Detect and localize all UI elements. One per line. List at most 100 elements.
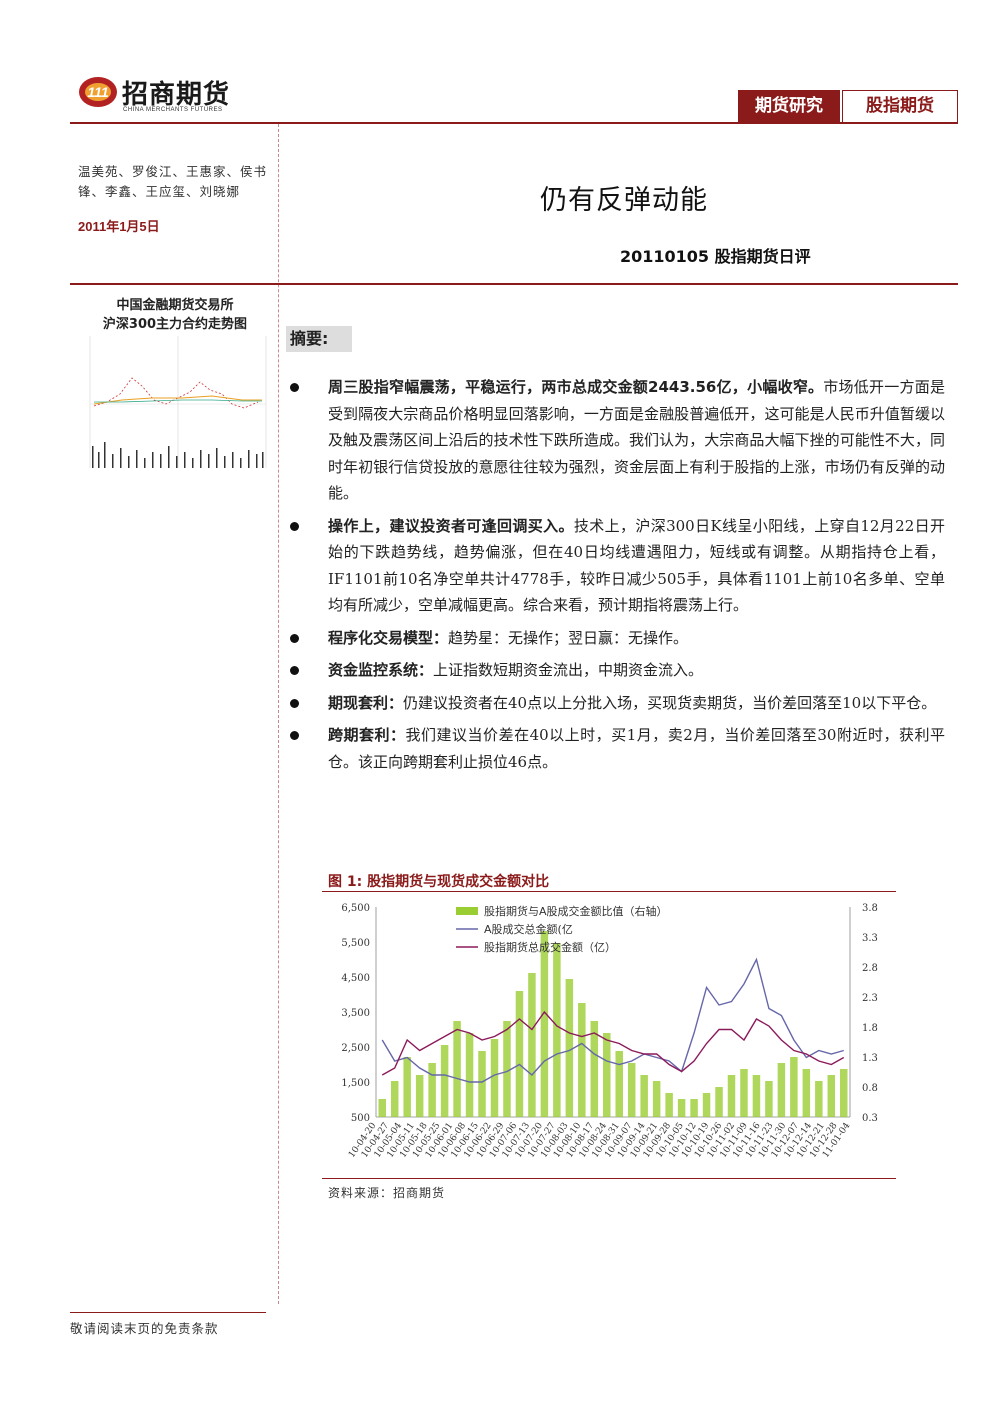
ratio-bar <box>665 1093 673 1117</box>
ratio-bar <box>727 1075 736 1117</box>
y-right-tick-label: 0.3 <box>862 1113 878 1124</box>
ratio-bar <box>652 1081 661 1117</box>
category-tag-index-futures: 股指期货 <box>842 90 958 123</box>
ratio-bar <box>777 1063 786 1117</box>
ratio-bar <box>802 1069 811 1117</box>
bullet-item-market: 周三股指窄幅震荡，平稳运行，两市总成交金额2443.56亿，小幅收窄。市场低开一… <box>290 374 945 507</box>
disclaimer-note: 敬请阅读末页的免责条款 <box>70 1321 219 1336</box>
ratio-bar <box>827 1075 836 1117</box>
summary-bullet-list: 周三股指窄幅震荡，平稳运行，两市总成交金额2443.56亿，小幅收窄。市场低开一… <box>290 374 945 781</box>
report-subtitle: 20110105 股指期货日评 <box>620 247 811 266</box>
ratio-bar <box>528 973 536 1117</box>
y-left-tick-label: 5,500 <box>341 938 370 949</box>
bullet-dot-icon <box>290 383 299 392</box>
svg-text:111: 111 <box>87 84 108 100</box>
legend-label: A股成交总金额(亿 <box>484 922 573 936</box>
report-date: 2011年1月5日 <box>78 219 160 234</box>
y-left-tick-label: 1,500 <box>341 1078 370 1089</box>
bullet-dot-icon <box>290 698 299 708</box>
y-right-tick-label: 2.8 <box>862 963 878 974</box>
ratio-bar <box>740 1069 748 1117</box>
brand-logo-icon: 111 <box>78 75 118 109</box>
figure-bottom-rule <box>322 1178 896 1179</box>
logo-text-cn: 招商期货 <box>122 80 231 110</box>
source-note: 资料来源：招商期货 <box>328 1186 446 1200</box>
bullet-dot-icon <box>290 521 299 531</box>
futures-turnover-line <box>381 1010 845 1076</box>
sidebar-chart-title: 中国金融期货交易所 沪深300主力合约走势图 <box>70 296 280 334</box>
y-left-tick-label: 500 <box>351 1113 370 1124</box>
ratio-bar <box>453 1021 461 1117</box>
ratio-bar <box>765 1081 773 1117</box>
y-left-tick-label: 4,500 <box>341 973 370 984</box>
ratio-bar <box>627 1063 636 1117</box>
bullet-dot-icon <box>290 666 299 675</box>
header-divider <box>70 122 958 124</box>
ratio-bar <box>415 1075 424 1117</box>
sidebar-title-line1: 中国金融期货交易所 <box>116 298 234 313</box>
chart-svg: 6,500 5,500 4,500 3,500 2,500 1,500 500 3.8 3.3 2… <box>341 903 878 1160</box>
turnover-comparison-chart: 6,500 5,500 4,500 3,500 2,500 1,500 500 3.8 3.3 2… <box>320 895 896 1177</box>
ratio-bar <box>428 1063 436 1117</box>
ratio-bar <box>553 943 561 1117</box>
ratio-bar <box>490 1039 499 1117</box>
footer-rule <box>70 1312 266 1313</box>
ratio-bar <box>378 1099 386 1117</box>
ratio-bar <box>840 1069 848 1117</box>
ratio-bar <box>440 1045 449 1117</box>
ratio-bar <box>752 1075 761 1117</box>
ratio-bar <box>478 1051 486 1117</box>
category-tag-research: 期货研究 <box>738 90 840 123</box>
bullet-item-cash-arbitrage: 期现套利：仍建议投资者在40点以上分批入场，买现货卖期货，当价差回落至10以下平… <box>290 690 945 717</box>
ratio-bar <box>690 1099 698 1117</box>
bullet-lead: 周三股指窄幅震荡，平稳运行，两市总成交金额2443.56亿，小幅收窄。 <box>328 378 824 396</box>
sidebar-mini-chart <box>82 334 272 472</box>
bullet-text: 我们建议当价差在40以上时，买1月，卖2月，当价差回落至30附近时，获利平仓。该… <box>328 726 945 771</box>
y-right-tick-label: 3.3 <box>862 933 878 944</box>
figure-title: 图 1: 股指期货与现货成交金额对比 <box>328 874 550 890</box>
bullet-lead: 期现套利： <box>328 693 404 712</box>
bullet-lead: 跨期套利： <box>328 726 406 744</box>
ratio-bar <box>540 931 549 1117</box>
a-share-turnover-line <box>381 957 844 1083</box>
bullet-lead: 程序化交易模型： <box>328 628 449 647</box>
ratio-bar <box>515 991 524 1117</box>
ratio-bar <box>465 1033 474 1117</box>
figure-top-rule <box>322 891 896 892</box>
y-right-tick-label: 2.3 <box>862 993 878 1004</box>
y-right-tick-label: 1.8 <box>862 1023 878 1034</box>
ratio-bar <box>640 1075 648 1117</box>
y-right-tick-label: 1.3 <box>862 1053 878 1064</box>
y-left-tick-label: 2,500 <box>341 1043 370 1054</box>
ratio-bar <box>590 1021 599 1117</box>
report-title: 仍有反弹动能 <box>540 185 708 216</box>
logo-text-en: CHINA MERCHANTS FUTURES <box>123 107 223 113</box>
bullet-text: 上证指数短期资金流出，中期资金流入。 <box>433 661 704 679</box>
y-right-tick-label: 0.8 <box>862 1083 878 1094</box>
legend-ratio-swatch <box>456 907 478 915</box>
legend-label: 股指期货总成交金额（亿） <box>484 940 616 954</box>
ratio-bar <box>390 1081 399 1117</box>
bullet-item-program-trading: 程序化交易模型：趋势星：无操作；翌日赢：无操作。 <box>290 625 945 652</box>
bullet-lead: 操作上，建议投资者可逢回调买入。 <box>328 516 574 535</box>
bullet-text: 仍建议投资者在40点以上分批入场，买现货卖期货，当价差回落至10以下平仓。 <box>403 693 937 712</box>
bullet-dot-icon <box>290 633 299 643</box>
ratio-bar <box>677 1099 686 1117</box>
ratio-bar <box>715 1087 723 1117</box>
ratio-bar <box>815 1081 823 1117</box>
ratio-bar <box>503 1021 511 1117</box>
bullet-text: 趋势星：无操作；翌日赢：无操作。 <box>448 628 689 647</box>
author-list: 温美苑、罗俊江、王惠家、侯书锋、李鑫、王应玺、刘晓娜 <box>78 164 268 199</box>
ratio-bar <box>702 1093 711 1117</box>
y-left-tick-label: 6,500 <box>341 903 370 914</box>
sidebar-title-line2: 沪深300主力合约走势图 <box>102 317 248 332</box>
ratio-bar <box>615 1051 623 1117</box>
y-right-tick-label: 3.8 <box>862 903 878 914</box>
y-left-tick-label: 3,500 <box>341 1008 370 1019</box>
bullet-dot-icon <box>290 731 299 740</box>
ratio-bar <box>790 1057 798 1117</box>
summary-label: 摘要: <box>286 326 352 352</box>
bullet-lead: 资金监控系统： <box>328 661 434 679</box>
legend-label: 股指期货与A股成交金额比值（右轴） <box>484 904 668 918</box>
ratio-bar <box>403 1057 411 1117</box>
